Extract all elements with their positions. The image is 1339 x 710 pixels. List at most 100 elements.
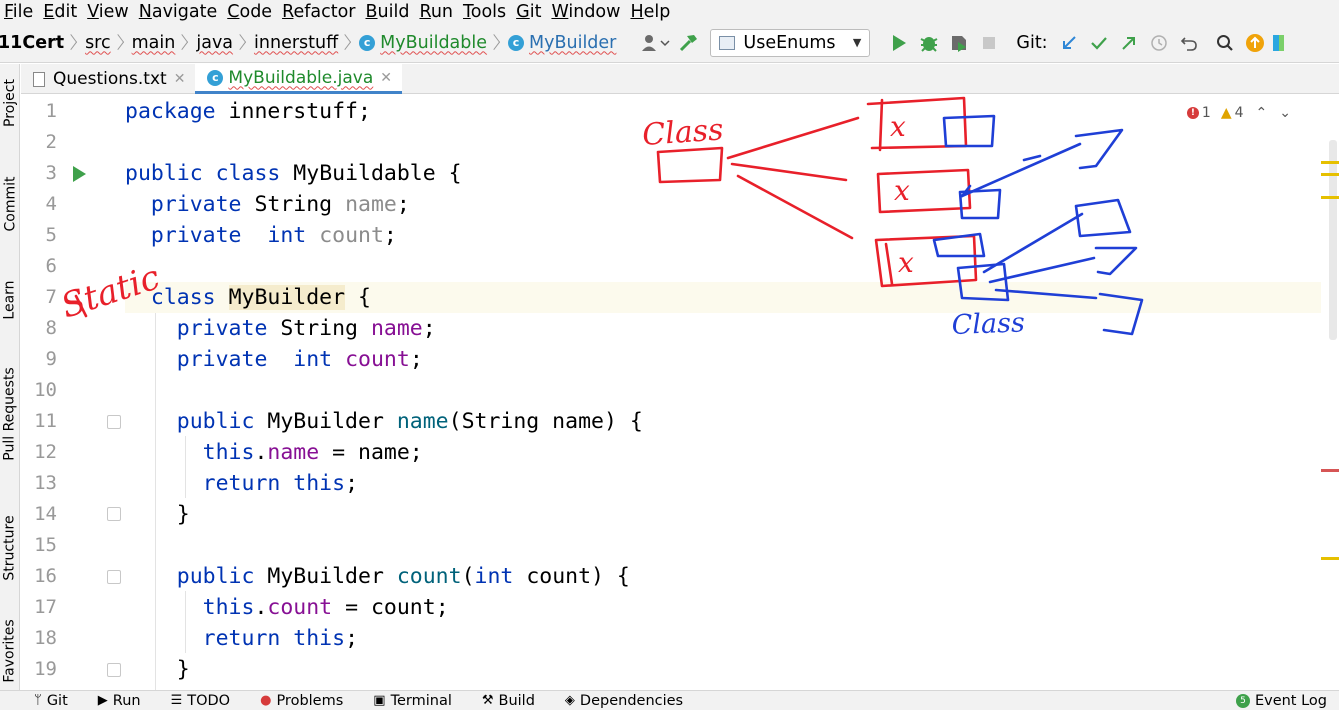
- search-icon[interactable]: [1210, 29, 1240, 57]
- user-account-icon[interactable]: [638, 29, 674, 57]
- code-line-1[interactable]: package innerstuff;: [125, 96, 1321, 127]
- error-count: 1: [1201, 105, 1211, 121]
- warning-marker[interactable]: [1321, 196, 1339, 199]
- fold-marker-icon[interactable]: [107, 415, 121, 429]
- menu-file[interactable]: File: [0, 1, 39, 23]
- code-line-4[interactable]: private String name;: [125, 189, 1321, 220]
- menu-help[interactable]: Help: [626, 1, 676, 23]
- bottom-tab-run[interactable]: ▶ Run: [98, 693, 141, 709]
- run-configuration-icon: [719, 35, 736, 50]
- menu-run[interactable]: Run: [415, 1, 459, 23]
- fold-marker-icon[interactable]: [107, 570, 121, 584]
- menu-view[interactable]: View: [83, 1, 135, 23]
- line-number: 1: [45, 100, 57, 122]
- menu-mnemonic: R: [419, 1, 431, 22]
- warning-marker[interactable]: [1321, 161, 1339, 164]
- breadcrumb-project[interactable]: 11Cert: [0, 33, 64, 53]
- bottom-tab-dependencies[interactable]: ◈ Dependencies: [565, 693, 683, 709]
- code-line-16[interactable]: public MyBuilder count(int count) {: [125, 561, 1321, 592]
- token-text: }: [176, 657, 190, 682]
- menu-build[interactable]: Build: [362, 1, 416, 23]
- menu-label: un: [430, 1, 454, 22]
- run-gutter-icon[interactable]: [73, 166, 86, 182]
- tab-questions-txt[interactable]: Questions.txt ✕: [21, 64, 195, 94]
- code-line-7[interactable]: class MyBuilder {: [125, 282, 1321, 313]
- tool-tab-favorites[interactable]: Favorites: [0, 612, 20, 690]
- bottom-tab-todo[interactable]: ☰ TODO: [171, 693, 231, 709]
- git-commit-icon[interactable]: [1084, 29, 1114, 57]
- tool-tab-learn-label: Learn: [2, 280, 19, 320]
- bottom-tab-terminal[interactable]: ▣ Terminal: [373, 693, 452, 709]
- code-area[interactable]: package innerstuff; public class MyBuild…: [121, 95, 1321, 690]
- close-icon[interactable]: ✕: [174, 71, 186, 87]
- breadcrumb-src[interactable]: src: [85, 33, 111, 53]
- tool-tab-project[interactable]: Project: [0, 64, 20, 142]
- token-text: {: [345, 285, 371, 310]
- code-line-19[interactable]: }: [125, 654, 1321, 685]
- token-text: MyBuildable {: [280, 161, 462, 186]
- scrollbar-thumb[interactable]: [1329, 140, 1337, 340]
- code-line-3[interactable]: public class MyBuildable {: [125, 158, 1321, 189]
- menu-window[interactable]: Window: [547, 1, 626, 23]
- stop-icon[interactable]: [974, 29, 1004, 57]
- tool-tab-learn[interactable]: Learn: [0, 266, 20, 334]
- breadcrumb-inner-class[interactable]: c MyBuilder: [508, 33, 616, 53]
- code-line-13[interactable]: return this;: [125, 468, 1321, 499]
- code-line-14[interactable]: }: [125, 499, 1321, 530]
- error-icon: !: [1186, 107, 1199, 119]
- code-editor[interactable]: 1 2 3 4 5 6 7 8 9 10 11 12 13 14 15 16 17 18 19 package in…: [21, 95, 1339, 690]
- code-line-18[interactable]: return this;: [125, 623, 1321, 654]
- tool-tab-pull-requests[interactable]: Pull Requests: [0, 352, 20, 476]
- history-icon[interactable]: [1144, 29, 1174, 57]
- tool-tab-commit[interactable]: Commit: [0, 160, 20, 248]
- bottom-tab-git[interactable]: ᛘ Git: [34, 693, 68, 709]
- tab-mybuildable-java[interactable]: c MyBuildable.java ✕: [195, 64, 402, 94]
- chevron-down-icon[interactable]: ⌄: [1279, 105, 1291, 121]
- code-line-9[interactable]: private int count;: [125, 344, 1321, 375]
- git-update-icon[interactable]: [1054, 29, 1084, 57]
- inspection-widget[interactable]: ! 1 ▲ 4 ⌃ ⌄: [1186, 105, 1291, 121]
- warning-marker[interactable]: [1321, 173, 1339, 176]
- code-line-11[interactable]: public MyBuilder name(String name) {: [125, 406, 1321, 437]
- error-marker[interactable]: [1321, 469, 1339, 472]
- fold-marker-icon[interactable]: [107, 663, 121, 677]
- menu-code[interactable]: Code: [223, 1, 278, 23]
- menu-git[interactable]: Git: [512, 1, 547, 23]
- menu-refactor[interactable]: Refactor: [278, 1, 361, 23]
- error-icon: ●: [260, 693, 272, 708]
- code-line-17[interactable]: this.count = count;: [125, 592, 1321, 623]
- updates-icon[interactable]: [1240, 29, 1270, 57]
- coverage-icon[interactable]: [944, 29, 974, 57]
- warning-marker[interactable]: [1321, 557, 1339, 560]
- breadcrumb-main[interactable]: main: [132, 33, 176, 53]
- menu-tools[interactable]: Tools: [459, 1, 512, 23]
- run-configuration-select[interactable]: UseEnums ▼: [710, 28, 871, 57]
- breadcrumb-outer-class[interactable]: c MyBuildable: [359, 33, 487, 53]
- breadcrumb-java[interactable]: java: [196, 33, 233, 53]
- token-keyword: private: [150, 223, 242, 248]
- chevron-up-icon[interactable]: ⌃: [1256, 105, 1268, 121]
- menu-label: ile: [12, 1, 34, 22]
- code-line-8[interactable]: private String name;: [125, 313, 1321, 344]
- bottom-tab-problems[interactable]: ● Problems: [260, 693, 343, 709]
- breadcrumb-package[interactable]: innerstuff: [254, 33, 338, 53]
- git-push-icon[interactable]: [1114, 29, 1144, 57]
- bottom-tab-build[interactable]: ⚒ Build: [482, 693, 535, 709]
- menu-navigate[interactable]: Navigate: [135, 1, 224, 23]
- bottom-tab-event-log[interactable]: 5 Event Log: [1235, 691, 1327, 710]
- tool-tab-structure[interactable]: Structure: [0, 500, 20, 596]
- line-number-gutter[interactable]: 1 2 3 4 5 6 7 8 9 10 11 12 13 14 15 16 17 18 19: [21, 95, 121, 690]
- code-line-12[interactable]: this.name = name;: [125, 437, 1321, 468]
- run-icon[interactable]: [884, 29, 914, 57]
- breadcrumb-separator-icon: [238, 32, 250, 54]
- fold-marker-icon[interactable]: [107, 507, 121, 521]
- editor-scrollbar[interactable]: [1321, 95, 1339, 690]
- close-icon[interactable]: ✕: [380, 70, 392, 86]
- menu-edit[interactable]: Edit: [39, 1, 83, 23]
- menu-mnemonic: V: [87, 1, 99, 22]
- build-hammer-icon[interactable]: [674, 29, 704, 57]
- breadcrumb-outer-class-label: MyBuildable: [380, 32, 488, 53]
- code-line-5[interactable]: private int count;: [125, 220, 1321, 251]
- rollback-icon[interactable]: [1174, 29, 1204, 57]
- debug-icon[interactable]: [914, 29, 944, 57]
